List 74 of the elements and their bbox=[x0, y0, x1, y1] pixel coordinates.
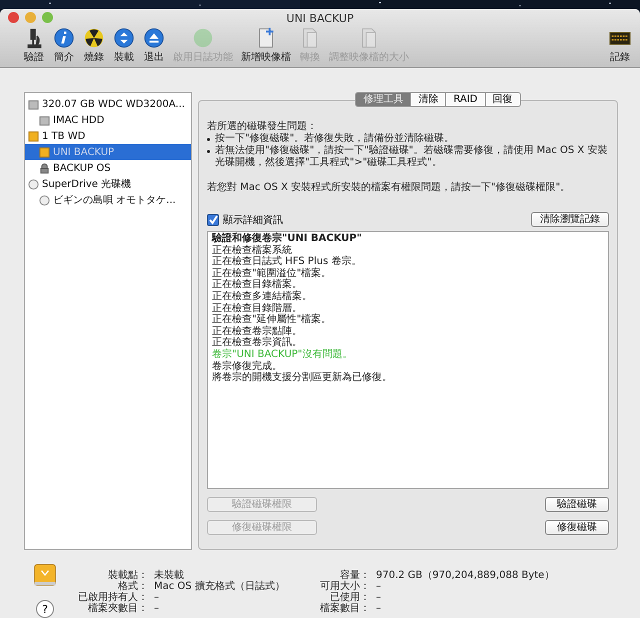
log-line: 正在檢查目錄檔案。 bbox=[212, 279, 303, 290]
info-value: – bbox=[375, 581, 381, 592]
log-line: 正在檢查"範圍溢位"檔案。 bbox=[212, 268, 332, 279]
log-line: 驗證和修復卷宗"UNI BACKUP" bbox=[212, 233, 363, 244]
external-drive-icon bbox=[32, 562, 58, 588]
toolbar-button[interactable]: 簡介 bbox=[50, 27, 78, 64]
tab[interactable]: RAID bbox=[446, 92, 486, 107]
checkbox[interactable] bbox=[207, 214, 219, 226]
info-label: 裝載點： bbox=[107, 570, 148, 581]
log-line: 正在檢查"延伸屬性"檔案。 bbox=[212, 314, 332, 326]
disc-icon bbox=[39, 194, 50, 206]
circle-icon bbox=[192, 27, 214, 49]
lock-icon bbox=[39, 162, 50, 174]
hard-drive-icon bbox=[39, 114, 50, 126]
disk-item[interactable]: IMAC HDD bbox=[25, 112, 191, 128]
info-icon bbox=[53, 27, 75, 49]
info-value: – bbox=[375, 603, 381, 614]
disk-item[interactable]: BACKUP OS bbox=[25, 160, 191, 176]
external-drive-icon bbox=[28, 130, 39, 142]
radiation-icon bbox=[83, 27, 105, 49]
info-label: 可用大小： bbox=[319, 581, 370, 592]
zoom-button[interactable] bbox=[42, 12, 53, 23]
info-value: – bbox=[375, 592, 381, 603]
log-line: 正在檢查多連結檔案。 bbox=[212, 290, 313, 302]
action-button[interactable]: 修復磁碟 bbox=[545, 520, 609, 535]
instruction-text: 若所選的磁碟發生問題： bbox=[207, 121, 318, 132]
help-button[interactable]: ? bbox=[36, 600, 54, 618]
bullet-icon bbox=[207, 150, 210, 153]
log-line: 正在檢查日誌式 HFS Plus 卷宗。 bbox=[212, 256, 362, 268]
toolbar-button[interactable]: 裝載 bbox=[110, 27, 138, 64]
log-line: 正在檢查卷宗資訊。 bbox=[212, 337, 303, 348]
checkbox-label: 顯示詳細資訊 bbox=[223, 214, 283, 226]
info-value: 未裝載 bbox=[153, 570, 184, 581]
tab[interactable]: 清除 bbox=[411, 92, 446, 107]
tab[interactable]: 修理工具 bbox=[355, 92, 412, 107]
external-drive-icon bbox=[39, 146, 50, 158]
instruction-text: 按一下"修復磁碟"。若修復失敗，請備份並清除磁碟。 bbox=[215, 133, 454, 144]
eject-icon bbox=[143, 27, 165, 49]
info-value: – bbox=[153, 603, 159, 614]
log-line: 正在檢查卷宗點陣。 bbox=[212, 326, 303, 337]
log-line: 正在檢查檔案系統 bbox=[212, 244, 293, 256]
info-label: 檔案夾數目： bbox=[87, 603, 148, 614]
disk-item[interactable]: SuperDrive 光碟機 bbox=[25, 176, 191, 192]
disc-icon bbox=[28, 178, 39, 190]
toolbar-button[interactable]: 新增映像檔 bbox=[238, 27, 294, 64]
info-label: 檔案數目： bbox=[319, 603, 370, 614]
disk-item[interactable]: ビギンの島唄 オモトタケ... bbox=[25, 192, 191, 208]
log-line: 正在檢查目錄階層。 bbox=[212, 302, 302, 314]
info-label: 格式： bbox=[118, 581, 148, 592]
tab[interactable]: 回復 bbox=[486, 92, 521, 107]
toolbar-button[interactable]: 退出 bbox=[140, 27, 168, 64]
toolbar-button[interactable]: 驗證 bbox=[20, 27, 48, 64]
close-button[interactable] bbox=[8, 12, 19, 23]
info-label: 容量： bbox=[339, 570, 370, 581]
hard-drive-icon bbox=[28, 98, 39, 110]
mount-icon bbox=[113, 27, 135, 49]
toolbar-button[interactable]: 燒錄 bbox=[80, 27, 108, 64]
bullet-icon bbox=[207, 138, 210, 141]
toolbar-button[interactable]: 記錄 bbox=[606, 27, 634, 64]
instruction-text: 若無法使用"修復磁碟"，請按一下"驗證磁碟"。若磁碟需要修復，請使用 Mac OS X 安裝光碟開機，然後選擇"工具程式">"磁碟工具程式"。 bbox=[215, 145, 608, 169]
window-title: UNI BACKUP bbox=[286, 12, 354, 24]
disk-item[interactable]: 320.07 GB WDC WD3200A... bbox=[25, 96, 191, 112]
clear-history-button[interactable]: 清除瀏覽記錄 bbox=[531, 212, 609, 227]
log-line: 卷宗"UNI BACKUP"沒有問題。 bbox=[212, 348, 354, 360]
info-label: 已使用： bbox=[330, 592, 370, 603]
info-label: 已啟用持有人： bbox=[77, 592, 148, 603]
info-value: Mac OS 擴充格式（日誌式） bbox=[153, 581, 285, 592]
instruction-text: 若您對 Mac OS X 安裝程式所安裝的檔案有權限問題，請按一下"修復磁碟權限"。 bbox=[207, 182, 572, 194]
log-line: 將卷宗的開機支援分割區更新為已修復。 bbox=[212, 372, 393, 384]
action-button[interactable]: 驗證磁碟 bbox=[545, 497, 609, 512]
log-line: 卷宗修復完成。 bbox=[212, 360, 282, 372]
info-value: 970.2 GB（970,204,889,088 Byte） bbox=[375, 570, 554, 581]
disk-item[interactable]: 1 TB WD bbox=[25, 128, 191, 144]
info-value: – bbox=[153, 592, 159, 603]
